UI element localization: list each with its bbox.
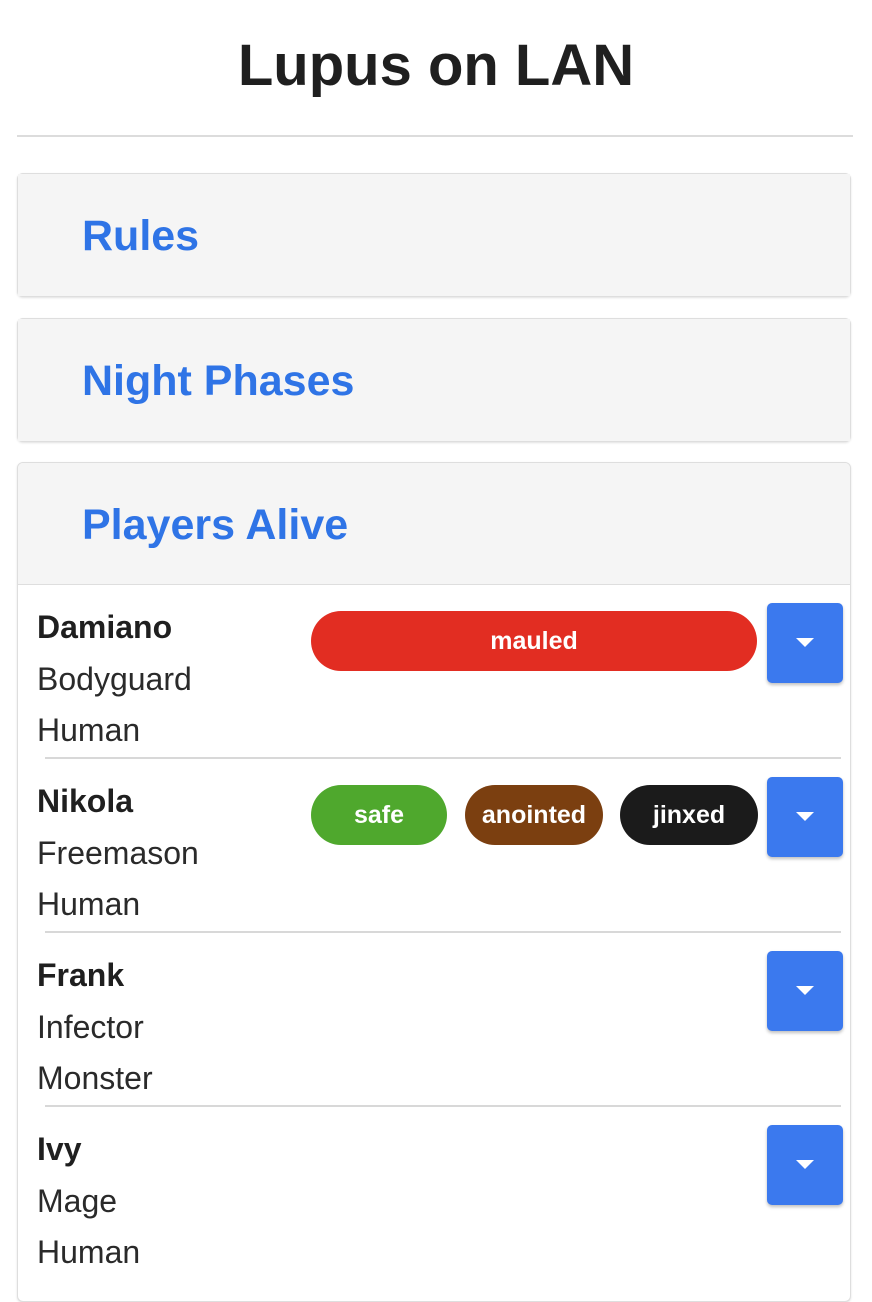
caret-down-icon <box>796 638 814 647</box>
status-badge-mauled: mauled <box>311 611 757 671</box>
player-row-damiano: Damiano Bodyguard Human mauled <box>18 585 850 759</box>
player-actions-dropdown-button[interactable] <box>767 951 843 1031</box>
status-badge-safe: safe <box>311 785 447 845</box>
player-role: Freemason <box>37 835 199 871</box>
caret-down-icon <box>796 812 814 821</box>
night-phases-panel[interactable]: Night Phases <box>17 318 851 442</box>
player-role: Bodyguard <box>37 661 192 697</box>
caret-down-icon <box>796 1160 814 1169</box>
player-role: Mage <box>37 1183 118 1219</box>
players-alive-panel: Players Alive Damiano Bodyguard Human ma… <box>17 462 851 1302</box>
night-phases-panel-header[interactable]: Night Phases <box>18 319 850 441</box>
player-row-nikola: Nikola Freemason Human safe anointed jin… <box>18 759 850 933</box>
caret-down-icon <box>796 986 814 995</box>
player-row-frank: Frank Infector Monster <box>18 933 850 1107</box>
players-alive-panel-header[interactable]: Players Alive <box>18 463 850 585</box>
players-alive-title[interactable]: Players Alive <box>82 499 348 551</box>
player-actions-dropdown-button[interactable] <box>767 603 843 683</box>
rules-title[interactable]: Rules <box>82 210 199 262</box>
player-actions-dropdown-button[interactable] <box>767 1125 843 1205</box>
title-divider <box>17 135 853 137</box>
player-team: Human <box>37 1234 141 1270</box>
player-name: Frank <box>37 957 125 993</box>
player-actions-dropdown-button[interactable] <box>767 777 843 857</box>
player-name: Ivy <box>37 1131 82 1167</box>
player-team: Human <box>37 712 141 748</box>
app-title: Lupus on LAN <box>237 33 635 98</box>
player-team: Human <box>37 886 141 922</box>
player-name: Damiano <box>37 609 173 645</box>
player-role: Infector <box>37 1009 144 1045</box>
player-team: Monster <box>37 1060 153 1096</box>
rules-panel-header[interactable]: Rules <box>18 174 850 296</box>
rules-panel[interactable]: Rules <box>17 173 851 297</box>
status-badge-jinxed: jinxed <box>620 785 758 845</box>
night-phases-title[interactable]: Night Phases <box>82 355 354 407</box>
player-row-ivy: Ivy Mage Human <box>18 1107 850 1281</box>
status-badge-anointed: anointed <box>465 785 603 845</box>
player-name: Nikola <box>37 783 134 819</box>
